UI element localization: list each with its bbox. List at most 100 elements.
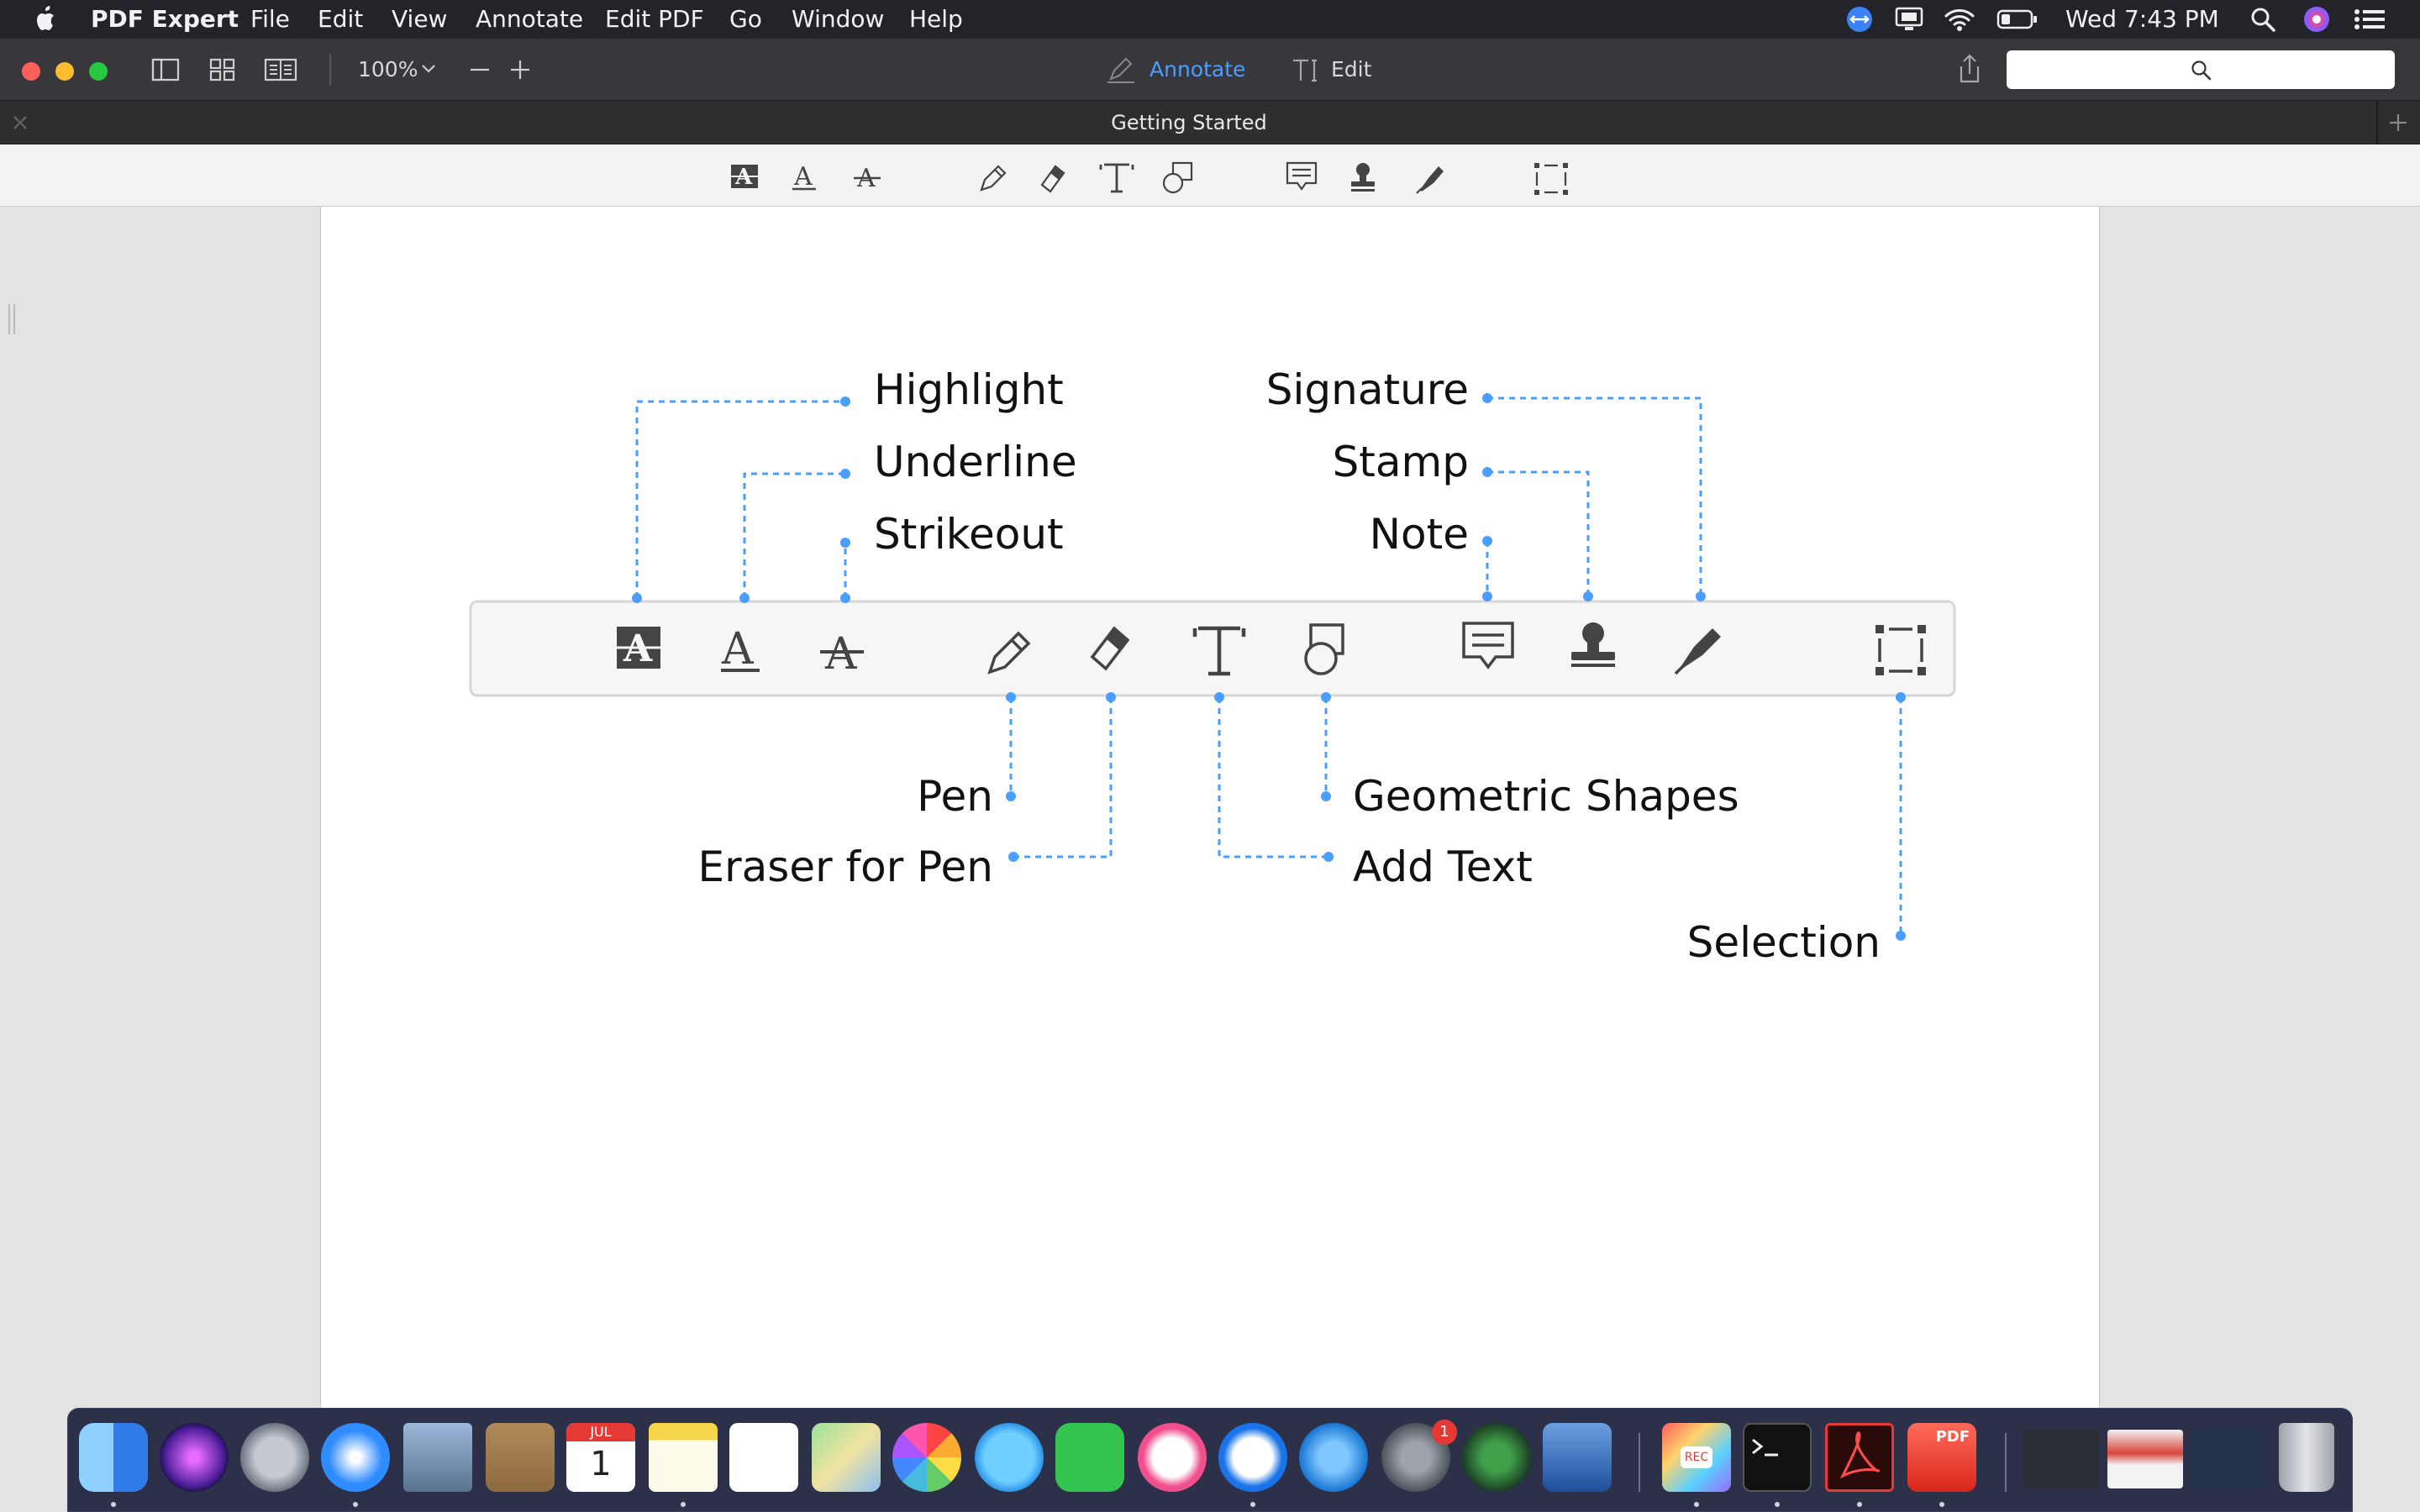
menu-edit-pdf[interactable]: Edit PDF [605, 4, 704, 34]
apple-icon[interactable] [34, 5, 59, 34]
screen-recorder-icon[interactable]: REC [1662, 1423, 1731, 1492]
menu-annotate[interactable]: Annotate [476, 4, 583, 34]
edit-mode-tab[interactable]: Edit [1331, 57, 1371, 82]
zoom-out-icon[interactable] [467, 59, 492, 81]
running-indicator [353, 1502, 358, 1507]
menu-help[interactable]: Help [909, 4, 963, 34]
zoom-level[interactable]: 100% [358, 57, 418, 82]
note-tool-icon[interactable] [1286, 161, 1318, 191]
siri-icon[interactable] [2302, 5, 2331, 34]
minimized-window-3[interactable] [2191, 1430, 2267, 1488]
pen-tool-icon[interactable] [980, 165, 1007, 192]
shapes-tool-icon[interactable] [1162, 161, 1193, 194]
rec-label: REC [1681, 1446, 1712, 1468]
search-field[interactable] [2007, 50, 2395, 89]
annotation-toolbar-icons: A A A [731, 161, 1568, 195]
pdf-expert-icon[interactable]: PDF [1907, 1423, 1976, 1492]
maps-icon[interactable] [812, 1423, 881, 1492]
virtualbox-icon[interactable] [1543, 1423, 1612, 1492]
running-indicator [681, 1502, 686, 1507]
dock-divider [1639, 1433, 1640, 1492]
archiver-icon[interactable] [1462, 1423, 1531, 1492]
acrobat-logo-icon [1839, 1431, 1880, 1479]
photos-icon[interactable] [892, 1423, 961, 1492]
diagram-highlight-icon: A [617, 627, 660, 670]
running-indicator [1939, 1502, 1944, 1507]
itunes-icon[interactable] [1138, 1423, 1207, 1492]
window-toolbar: 100% Annotate Edit [0, 39, 2420, 101]
zoom-in-icon[interactable] [508, 59, 533, 81]
safari-icon[interactable] [321, 1423, 390, 1492]
menu-view[interactable]: View [392, 4, 447, 34]
trash-icon[interactable] [2279, 1423, 2334, 1492]
notification-center-icon[interactable] [2353, 7, 2386, 32]
calendar-icon[interactable]: JUL 1 [566, 1423, 635, 1492]
svg-text:A: A [824, 629, 858, 680]
highlight-tool-icon[interactable]: A [731, 165, 758, 190]
label-geometric-shapes: Geometric Shapes [1353, 772, 1739, 821]
acrobat-icon[interactable] [1825, 1423, 1894, 1492]
menu-window[interactable]: Window [792, 4, 884, 34]
toolbar-drag-handle[interactable] [8, 304, 15, 334]
label-eraser: Eraser for Pen [697, 843, 993, 891]
edit-mode-icon[interactable] [1291, 57, 1321, 84]
label-signature: Signature [1265, 365, 1469, 414]
label-pen: Pen [917, 772, 993, 821]
document-page[interactable]: A A A Highlight Underline Strikeout Sign… [320, 207, 2100, 1408]
add-text-tool-icon[interactable] [1099, 163, 1134, 193]
toolbar-divider [329, 54, 331, 86]
signature-tool-icon[interactable] [1416, 166, 1444, 194]
close-window-button[interactable] [22, 62, 40, 81]
teamviewer-status-icon[interactable] [1845, 5, 1874, 34]
siri-dock-icon[interactable] [160, 1423, 229, 1492]
minimized-window-1[interactable] [2023, 1430, 2099, 1488]
annotate-mode-icon[interactable] [1106, 57, 1136, 84]
underline-tool-icon[interactable]: A [792, 162, 816, 192]
new-tab-icon[interactable] [2386, 111, 2410, 134]
selection-tool-icon[interactable] [1534, 163, 1568, 195]
menubar-clock[interactable]: Wed 7:43 PM [2065, 4, 2219, 34]
chevron-down-icon[interactable] [420, 62, 437, 76]
notes-icon[interactable] [649, 1423, 718, 1492]
spotlight-search-icon[interactable] [2249, 5, 2277, 34]
menu-file[interactable]: File [250, 4, 290, 34]
battery-icon[interactable] [1996, 7, 2039, 32]
menu-edit[interactable]: Edit [318, 4, 363, 34]
label-stamp: Stamp [1332, 438, 1469, 486]
thumbnails-grid-icon[interactable] [208, 57, 237, 82]
label-underline: Underline [874, 438, 1077, 486]
zoom-window-button[interactable] [89, 62, 108, 81]
facetime-icon[interactable] [1055, 1423, 1124, 1492]
running-indicator [1694, 1502, 1699, 1507]
label-note: Note [1369, 510, 1469, 559]
terminal-prompt-icon [1752, 1438, 1778, 1457]
annotate-mode-tab[interactable]: Annotate [1150, 57, 1245, 82]
label-add-text: Add Text [1353, 843, 1533, 891]
wifi-icon[interactable] [1943, 5, 1976, 34]
running-indicator [111, 1502, 116, 1507]
finder-icon[interactable] [79, 1423, 148, 1492]
app-store-icon[interactable] [1299, 1423, 1368, 1492]
mail-icon[interactable] [403, 1423, 472, 1492]
teamviewer-icon[interactable] [1218, 1423, 1287, 1492]
menu-app-name[interactable]: PDF Expert [91, 4, 239, 34]
sidebar-toggle-icon[interactable] [151, 57, 180, 82]
reading-mode-icon[interactable] [264, 57, 297, 82]
minimized-window-2[interactable] [2107, 1430, 2183, 1488]
terminal-icon[interactable] [1743, 1423, 1812, 1492]
screen-share-icon[interactable] [1894, 5, 1924, 34]
contacts-icon[interactable] [486, 1423, 555, 1492]
document-tab-title[interactable]: Getting Started [0, 110, 2378, 135]
tab-divider [2376, 101, 2378, 144]
eraser-tool-icon[interactable] [1040, 165, 1065, 193]
launchpad-icon[interactable] [240, 1423, 309, 1492]
share-icon[interactable] [1954, 52, 1985, 86]
messages-icon[interactable] [975, 1423, 1044, 1492]
menu-go[interactable]: Go [729, 4, 762, 34]
strikeout-tool-icon[interactable]: A [854, 164, 881, 193]
svg-text:A: A [721, 624, 755, 675]
reminders-icon[interactable] [729, 1423, 798, 1492]
label-strikeout: Strikeout [874, 510, 1064, 559]
stamp-tool-icon[interactable] [1351, 163, 1375, 192]
minimize-window-button[interactable] [55, 62, 74, 81]
